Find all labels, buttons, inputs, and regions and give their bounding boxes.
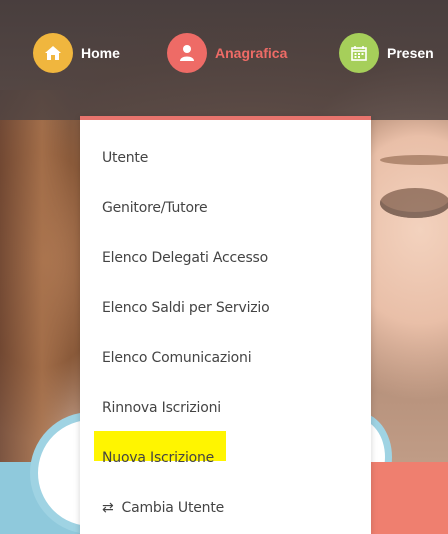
nav-label-home: Home: [81, 45, 120, 61]
nav-item-anagrafica[interactable]: Anagrafica: [167, 33, 287, 73]
home-icon: [33, 33, 73, 73]
nav-item-presenze[interactable]: Presen: [339, 33, 434, 73]
nav-item-home[interactable]: Home: [33, 33, 120, 73]
menu-item-cambia-utente-label: Cambia Utente: [121, 500, 225, 516]
nav-label-anagrafica: Anagrafica: [215, 45, 288, 61]
menu-item-rinnova-iscrizioni[interactable]: Rinnova Iscrizioni: [102, 400, 221, 416]
menu-item-nuova-iscrizione[interactable]: Nuova Iscrizione: [102, 450, 214, 466]
menu-item-genitore-tutore[interactable]: Genitore/Tutore: [102, 200, 208, 216]
calendar-icon: [339, 33, 379, 73]
menu-item-elenco-saldi-per-servizio[interactable]: Elenco Saldi per Servizio: [102, 300, 270, 316]
menu-item-utente[interactable]: Utente: [102, 150, 148, 166]
nav-label-presenze: Presen: [387, 45, 434, 61]
menu-item-elenco-comunicazioni[interactable]: Elenco Comunicazioni: [102, 350, 252, 366]
photo-eyebrow: [380, 155, 448, 165]
menu-item-elenco-delegati-accesso[interactable]: Elenco Delegati Accesso: [102, 250, 268, 266]
photo-eye: [380, 188, 448, 218]
anagrafica-dropdown-menu: Utente Genitore/Tutore Elenco Delegati A…: [80, 116, 371, 534]
swap-arrows-icon: ⇄: [102, 500, 114, 516]
user-icon: [167, 33, 207, 73]
menu-item-cambia-utente[interactable]: ⇄ Cambia Utente: [102, 500, 224, 516]
